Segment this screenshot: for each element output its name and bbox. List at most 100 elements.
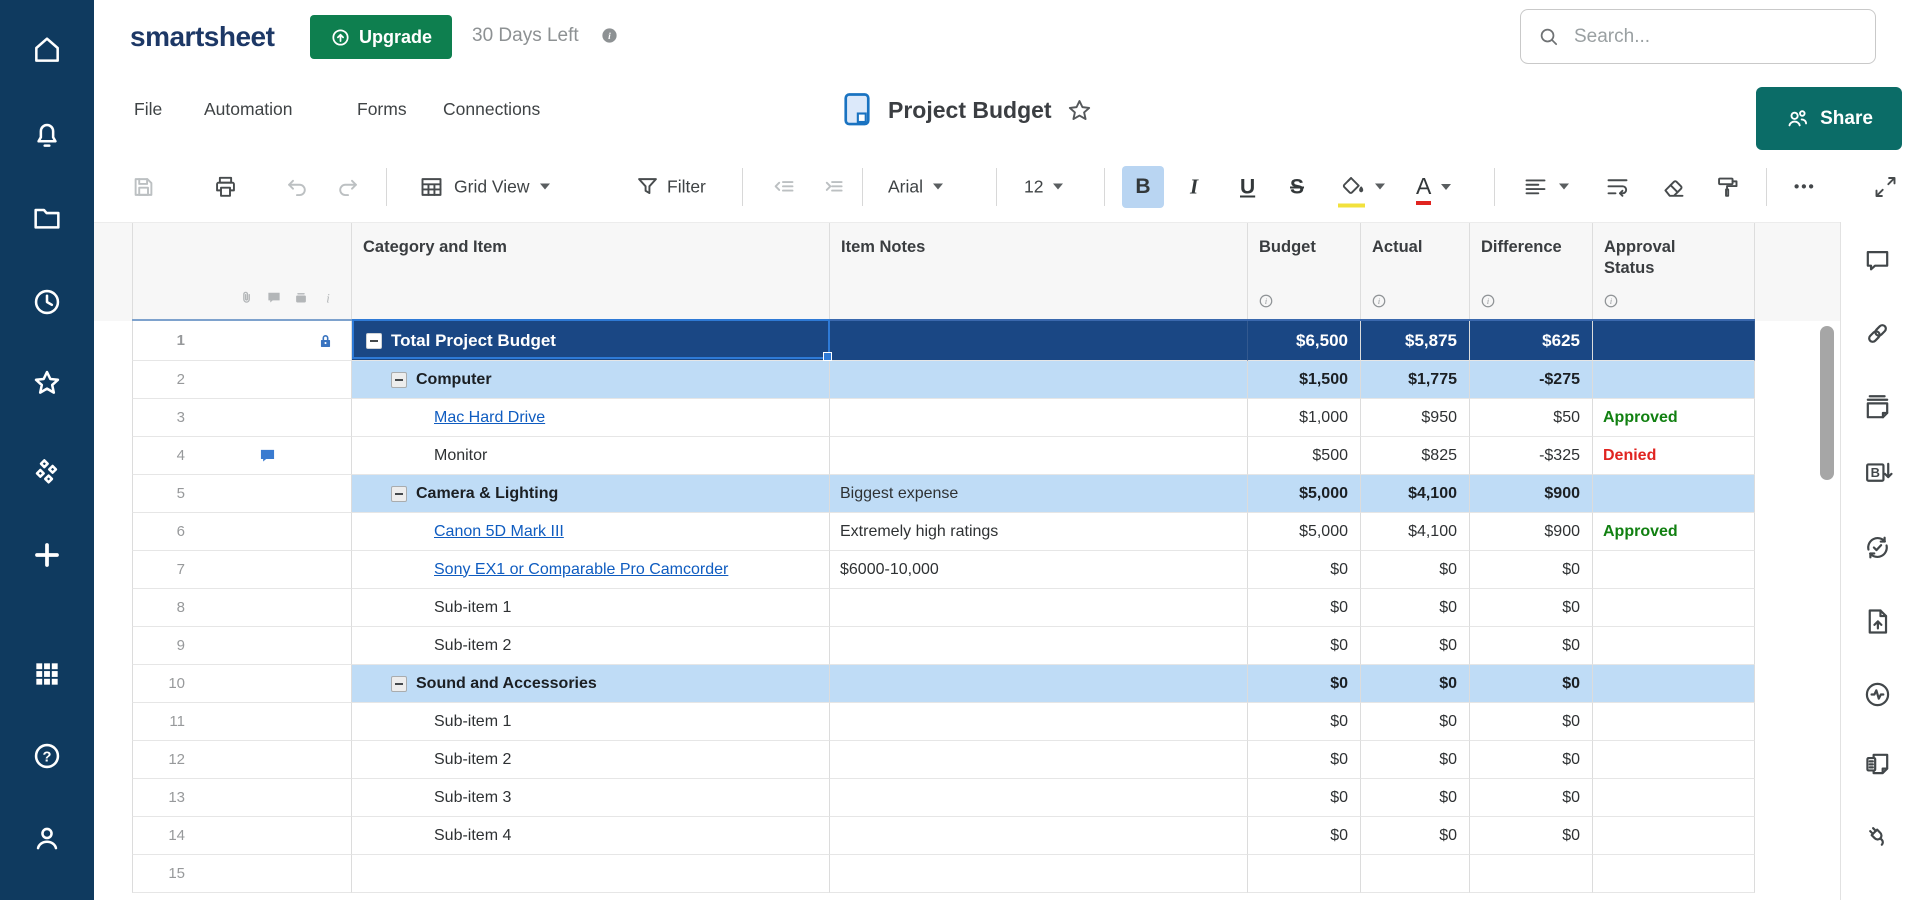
category-cell[interactable]: Computer [352,361,830,399]
row-number-cell[interactable]: 14 [132,817,352,855]
print-button[interactable] [212,173,239,200]
difference-cell[interactable]: -$275 [1470,361,1593,399]
notes-cell[interactable] [830,741,1248,779]
save-button[interactable] [130,173,157,200]
view-switcher[interactable]: Grid View [418,173,550,200]
notes-cell[interactable]: $6000-10,000 [830,551,1248,589]
approval-cell[interactable] [1593,855,1755,893]
actual-cell[interactable]: $0 [1361,589,1470,627]
update-requests-icon[interactable] [1855,525,1899,569]
column-header-approval[interactable]: Approval Status i [1593,223,1755,319]
row-number-cell[interactable]: 1 [132,321,352,361]
actual-cell[interactable]: $950 [1361,399,1470,437]
row-number-cell[interactable]: 3 [132,399,352,437]
budget-cell[interactable]: $0 [1248,589,1361,627]
actual-cell[interactable]: $4,100 [1361,475,1470,513]
approval-cell[interactable] [1593,817,1755,855]
budget-cell[interactable]: $0 [1248,551,1361,589]
row-number-cell[interactable]: 13 [132,779,352,817]
notes-cell[interactable] [830,437,1248,475]
clear-format-eraser-button[interactable] [1660,173,1687,200]
column-header-category[interactable]: Category and Item [352,223,830,319]
notes-cell[interactable]: Biggest expense [830,475,1248,513]
column-header-actual[interactable]: Actual i [1361,223,1470,319]
font-family-select[interactable]: Arial [888,176,943,197]
difference-cell[interactable]: $0 [1470,817,1593,855]
approval-cell[interactable]: Approved [1593,399,1755,437]
brandfolder-icon[interactable]: B [1855,451,1899,495]
notes-cell[interactable] [830,321,1248,361]
outdent-button[interactable] [770,173,797,200]
row-number-cell[interactable]: 4 [132,437,352,475]
filter-button[interactable]: Filter [634,173,706,200]
budget-cell[interactable]: $0 [1248,779,1361,817]
vertical-scrollbar-thumb[interactable] [1820,326,1834,480]
actual-cell[interactable]: $825 [1361,437,1470,475]
approval-cell[interactable]: Denied [1593,437,1755,475]
notes-cell[interactable] [830,665,1248,703]
column-info-icon[interactable]: i [1258,293,1274,309]
column-info-icon[interactable]: i [1603,293,1619,309]
category-cell[interactable]: Sub-item 1 [352,589,830,627]
proofs-icon[interactable] [1855,385,1899,429]
category-text[interactable]: Sony EX1 or Comparable Pro Camcorder [434,561,728,579]
row-number-cell[interactable]: 12 [132,741,352,779]
category-cell[interactable]: Total Project Budget [352,321,830,361]
approval-cell[interactable] [1593,551,1755,589]
actual-cell[interactable]: $0 [1361,703,1470,741]
notes-cell[interactable] [830,779,1248,817]
format-painter-roller-button[interactable] [1714,173,1741,200]
notes-cell[interactable] [830,703,1248,741]
row-comment-icon[interactable] [257,445,278,466]
actual-cell[interactable]: $0 [1361,817,1470,855]
approval-cell[interactable] [1593,703,1755,741]
budget-cell[interactable]: $0 [1248,703,1361,741]
notes-cell[interactable]: Extremely high ratings [830,513,1248,551]
budget-cell[interactable]: $5,000 [1248,475,1361,513]
difference-cell[interactable]: -$325 [1470,437,1593,475]
budget-cell[interactable]: $1,500 [1248,361,1361,399]
favorite-star-icon[interactable] [1066,97,1093,124]
actual-cell[interactable]: $0 [1361,551,1470,589]
actual-cell[interactable]: $0 [1361,627,1470,665]
difference-cell[interactable]: $900 [1470,513,1593,551]
row-lock-icon[interactable] [315,330,336,351]
collapse-toggle[interactable] [391,676,407,692]
publish-icon[interactable] [1855,599,1899,643]
menu-connections[interactable]: Connections [443,99,540,120]
column-info-icon[interactable]: i [1480,293,1496,309]
create-plus-icon[interactable] [25,533,69,577]
upgrade-button[interactable]: Upgrade [310,15,452,59]
budget-cell[interactable]: $1,000 [1248,399,1361,437]
approval-cell[interactable] [1593,589,1755,627]
category-cell[interactable]: Sony EX1 or Comparable Pro Camcorder [352,551,830,589]
wrap-text-button[interactable] [1604,173,1631,200]
category-cell[interactable]: Sound and Accessories [352,665,830,703]
search-box[interactable] [1520,9,1876,64]
row-number-cell[interactable]: 10 [132,665,352,703]
category-cell[interactable]: Camera & Lighting [352,475,830,513]
indent-button[interactable] [818,173,845,200]
summary-icon[interactable] [1855,742,1899,786]
collapse-toggle[interactable] [391,372,407,388]
category-cell[interactable]: Sub-item 4 [352,817,830,855]
category-text[interactable]: Canon 5D Mark III [434,523,564,541]
recents-clock-icon[interactable] [25,280,69,324]
category-cell[interactable]: Sub-item 2 [352,741,830,779]
align-button[interactable] [1522,173,1569,200]
column-header-budget[interactable]: Budget i [1248,223,1361,319]
trial-info-icon[interactable]: i [600,26,619,45]
actual-cell[interactable]: $5,875 [1361,321,1470,361]
difference-cell[interactable]: $625 [1470,321,1593,361]
actual-cell[interactable]: $4,100 [1361,513,1470,551]
difference-cell[interactable] [1470,855,1593,893]
favorites-star-icon[interactable] [25,361,69,405]
approval-cell[interactable] [1593,627,1755,665]
underline-button[interactable]: U [1240,176,1255,197]
italic-button[interactable]: I [1190,176,1198,197]
connectors-icon[interactable] [1855,813,1899,857]
share-button[interactable]: Share [1756,87,1902,150]
row-number-cell[interactable]: 15 [132,855,352,893]
redo-button[interactable] [334,173,361,200]
difference-cell[interactable]: $0 [1470,779,1593,817]
